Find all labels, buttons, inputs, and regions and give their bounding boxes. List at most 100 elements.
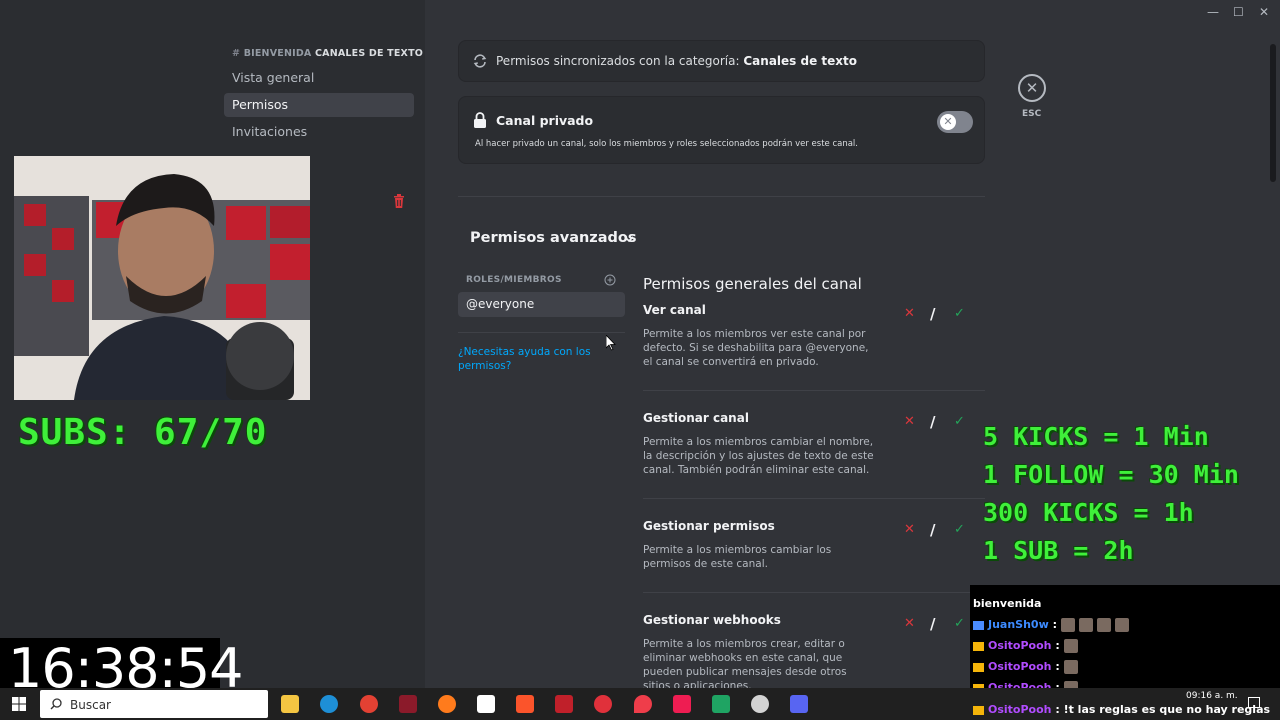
neutral-icon[interactable]: / — [930, 305, 935, 323]
chrome-icon[interactable] — [360, 695, 378, 713]
chat-message: JuanSh0w : — [973, 618, 1129, 632]
general-permissions-title: Permisos generales del canal — [643, 275, 862, 293]
stream-chat-last: OsitoPooh : !t las reglas es que no hay … — [970, 690, 1280, 720]
rule-line: 5 KICKS = 1 Min — [983, 422, 1209, 451]
crown-icon — [973, 662, 984, 672]
sync-category: Canales de texto — [743, 54, 857, 68]
deny-icon[interactable]: ✕ — [904, 522, 915, 537]
permission-toggle-group: ✕ / ✓ — [900, 413, 972, 432]
ccleaner-icon[interactable] — [320, 695, 338, 713]
maximize-icon[interactable]: ☐ — [1233, 5, 1244, 19]
sidebar-category-header: # BIENVENIDA CANALES DE TEXTO — [232, 48, 423, 59]
roles-members-label: ROLES/MIEMBROS — [466, 275, 562, 285]
chat-message: OsitoPooh : !t las reglas es que no hay … — [973, 703, 1270, 716]
permission-divider — [643, 390, 985, 391]
allow-icon[interactable]: ✓ — [954, 522, 965, 537]
chat-message: bienvenida — [973, 597, 1042, 610]
webcam-feed — [14, 156, 310, 400]
role-item-everyone[interactable]: @everyone — [458, 292, 625, 317]
search-icon — [50, 698, 62, 710]
emote-icon — [1078, 618, 1093, 632]
channel-name: BIENVENIDA — [243, 48, 312, 59]
stream-chat: bienvenida JuanSh0w : OsitoPooh : OsitoP… — [970, 585, 1280, 695]
chat-message: OsitoPooh : — [973, 639, 1078, 653]
permission-desc: Permite a los miembros cambiar el nombre… — [643, 436, 874, 476]
private-channel-toggle[interactable]: ✕ — [937, 111, 973, 133]
allow-icon[interactable]: ✓ — [954, 306, 965, 321]
location-icon[interactable] — [634, 695, 652, 713]
app-icon[interactable] — [399, 695, 417, 713]
rule-line: 1 SUB = 2h — [983, 536, 1134, 565]
chat-text: !t las reglas es que no hay reglas — [1063, 703, 1271, 716]
permission-toggle-group: ✕ / ✓ — [900, 305, 972, 324]
sidebar-item-permissions[interactable]: Permisos — [224, 93, 414, 117]
permission-desc: Permite a los miembros ver este canal po… — [643, 328, 869, 368]
advanced-permissions-title[interactable]: Permisos avanzados — [470, 230, 637, 246]
file-explorer-icon[interactable] — [281, 695, 299, 713]
chevron-down-icon[interactable] — [623, 233, 635, 245]
chat-message: OsitoPooh : — [973, 660, 1078, 674]
category-name: CANALES DE TEXTO — [314, 48, 424, 59]
windows-start-icon[interactable] — [12, 697, 26, 711]
permissions-help-link[interactable]: ¿Necesitas ayuda con los permisos? — [458, 345, 608, 373]
rule-line: 300 KICKS = 1h — [983, 498, 1194, 527]
private-channel-desc: Al hacer privado un canal, solo los miem… — [475, 139, 858, 149]
sync-label: Permisos sincronizados con la categoría: — [496, 54, 740, 68]
voicemeeter-icon[interactable] — [555, 695, 573, 713]
deny-icon[interactable]: ✕ — [904, 414, 915, 429]
permission-toggle-group: ✕ / ✓ — [900, 615, 972, 634]
esc-label: ESC — [1022, 109, 1042, 119]
allow-icon[interactable]: ✓ — [954, 616, 965, 631]
lock-icon — [474, 112, 486, 128]
rule-line: 1 FOLLOW = 30 Min — [983, 460, 1239, 489]
discord-icon[interactable] — [790, 695, 808, 713]
crown-icon — [973, 705, 984, 715]
channel-hash: # — [232, 48, 241, 59]
chat-username: OsitoPooh — [988, 639, 1052, 652]
roles-divider — [458, 332, 625, 333]
private-channel-title: Canal privado — [496, 113, 594, 128]
allow-icon[interactable]: ✓ — [954, 414, 965, 429]
emote-icon — [1063, 660, 1078, 674]
emote-icon — [1060, 618, 1075, 632]
section-divider — [458, 196, 985, 197]
chat-username: OsitoPooh — [988, 660, 1052, 673]
capcut-icon[interactable] — [477, 695, 495, 713]
crown-icon — [973, 641, 984, 651]
close-window-icon[interactable]: ✕ — [1259, 5, 1269, 19]
minimize-icon[interactable]: — — [1207, 5, 1219, 19]
brave-icon[interactable] — [516, 695, 534, 713]
app-icon[interactable] — [594, 695, 612, 713]
taskbar-search[interactable]: Buscar — [40, 690, 268, 718]
sidebar-item-invites[interactable]: Invitaciones — [224, 120, 414, 144]
tiktok-icon[interactable] — [673, 695, 691, 713]
close-icon: ✕ — [940, 114, 956, 130]
neutral-icon[interactable]: / — [930, 413, 935, 431]
chat-username: JuanSh0w — [988, 618, 1049, 631]
obs-icon[interactable] — [751, 695, 769, 713]
emote-icon — [1114, 618, 1129, 632]
deny-icon[interactable]: ✕ — [904, 616, 915, 631]
private-channel-card: Canal privado Al hacer privado un canal,… — [458, 96, 985, 164]
deny-icon[interactable]: ✕ — [904, 306, 915, 321]
emote-icon — [1096, 618, 1111, 632]
mouse-cursor-icon — [606, 335, 616, 351]
firefox-icon[interactable] — [438, 695, 456, 713]
search-placeholder: Buscar — [70, 698, 111, 712]
sidebar-item-overview[interactable]: Vista general — [224, 66, 414, 90]
neutral-icon[interactable]: / — [930, 521, 935, 539]
emote-icon — [1063, 639, 1078, 653]
badge-icon — [973, 620, 984, 630]
close-settings-button[interactable]: ✕ — [1018, 74, 1046, 102]
permission-divider — [643, 592, 985, 593]
trash-icon[interactable] — [393, 194, 405, 208]
permission-toggle-group: ✕ / ✓ — [900, 521, 972, 540]
add-role-icon[interactable] — [604, 274, 616, 286]
permission-divider — [643, 498, 985, 499]
permission-desc: Permite a los miembros cambiar los permi… — [643, 544, 832, 570]
neutral-icon[interactable]: / — [930, 615, 935, 633]
permission-desc: Permite a los miembros crear, editar o e… — [643, 638, 847, 692]
scrollbar[interactable] — [1270, 44, 1276, 182]
chat-username: OsitoPooh — [988, 703, 1052, 716]
app-icon[interactable] — [712, 695, 730, 713]
